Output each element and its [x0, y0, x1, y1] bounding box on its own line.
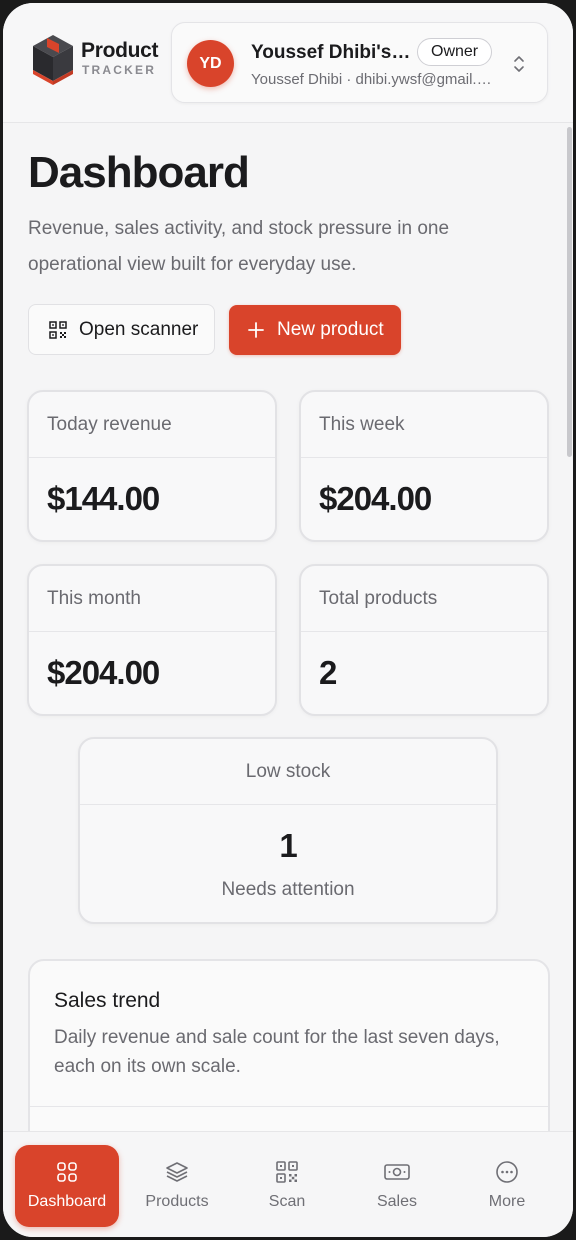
account-switcher[interactable]: YD Youssef Dhibi's Workspace Owner Youss…: [171, 22, 548, 103]
layers-icon: [166, 1162, 188, 1182]
page-subtitle: Revenue, sales activity, and stock press…: [28, 218, 450, 275]
plus-icon: [248, 322, 264, 338]
new-product-button[interactable]: New product: [229, 305, 401, 355]
stat-label: Total products: [319, 588, 438, 609]
divider: [301, 457, 547, 458]
divider: [29, 631, 275, 632]
app-screen: Product TRACKER YD Youssef Dhibi's Works…: [3, 3, 573, 1237]
avatar: YD: [187, 40, 234, 87]
brand-name: Product: [81, 39, 159, 62]
stat-label: Today revenue: [47, 414, 172, 435]
stat-card-low-stock: Low stock 1 Needs attention: [78, 737, 498, 924]
divider: [30, 1106, 548, 1107]
stat-value: $204.00: [47, 654, 160, 691]
nav-label: Sales: [376, 1193, 418, 1210]
role-badge: Owner: [417, 38, 493, 66]
divider: [80, 804, 496, 805]
qr-code-icon: [276, 1161, 298, 1183]
nav-item-dashboard[interactable]: Dashboard: [15, 1145, 119, 1227]
bottom-nav: Dashboard Products Scan Sales More: [3, 1131, 573, 1237]
nav-label: Products: [145, 1193, 209, 1210]
nav-item-products[interactable]: Products: [125, 1145, 229, 1227]
nav-item-more[interactable]: More: [455, 1145, 559, 1227]
brand-logo[interactable]: Product TRACKER: [29, 31, 159, 87]
stat-card-today-revenue: Today revenue $144.00: [27, 390, 277, 542]
nav-label: Dashboard: [27, 1193, 107, 1210]
stat-label: This month: [47, 588, 141, 609]
open-scanner-label: Open scanner: [79, 318, 199, 340]
nav-item-scan[interactable]: Scan: [235, 1145, 339, 1227]
cube-logo-icon: [33, 35, 73, 85]
stat-value: 1: [279, 827, 297, 864]
grid-icon: [57, 1162, 77, 1182]
open-scanner-button[interactable]: Open scanner: [28, 304, 215, 355]
scrollbar[interactable]: [567, 127, 572, 457]
stat-value: $144.00: [47, 480, 160, 517]
account-subtitle: Youssef Dhibi · dhibi.ywsf@gmail.com: [251, 71, 495, 88]
stat-card-this-month: This month $204.00: [27, 564, 277, 716]
stat-label: Low stock: [245, 761, 331, 782]
nav-label: Scan: [268, 1193, 306, 1210]
stat-note: Needs attention: [221, 879, 355, 900]
stat-value: 2: [319, 654, 337, 691]
more-circle-icon: [496, 1161, 518, 1183]
nav-label: More: [488, 1193, 526, 1210]
qr-code-icon: [49, 320, 67, 339]
divider: [29, 457, 275, 458]
divider: [301, 631, 547, 632]
nav-item-sales[interactable]: Sales: [345, 1145, 449, 1227]
banknote-icon: [384, 1164, 410, 1180]
chevron-up-down-icon: [514, 56, 524, 72]
page-title: Dashboard: [28, 148, 250, 197]
sales-trend-title: Sales trend: [54, 989, 161, 1012]
brand-tagline: TRACKER: [82, 63, 157, 77]
stat-card-this-week: This week $204.00: [299, 390, 549, 542]
sales-trend-description: Daily revenue and sale count for the las…: [54, 1027, 500, 1077]
top-header: Product TRACKER YD Youssef Dhibi's Works…: [3, 3, 573, 123]
stat-label: This week: [319, 414, 405, 435]
account-name: Youssef Dhibi's Workspace: [251, 42, 411, 63]
new-product-label: New product: [277, 319, 384, 340]
stat-card-total-products: Total products 2: [299, 564, 549, 716]
stat-value: $204.00: [319, 480, 432, 517]
